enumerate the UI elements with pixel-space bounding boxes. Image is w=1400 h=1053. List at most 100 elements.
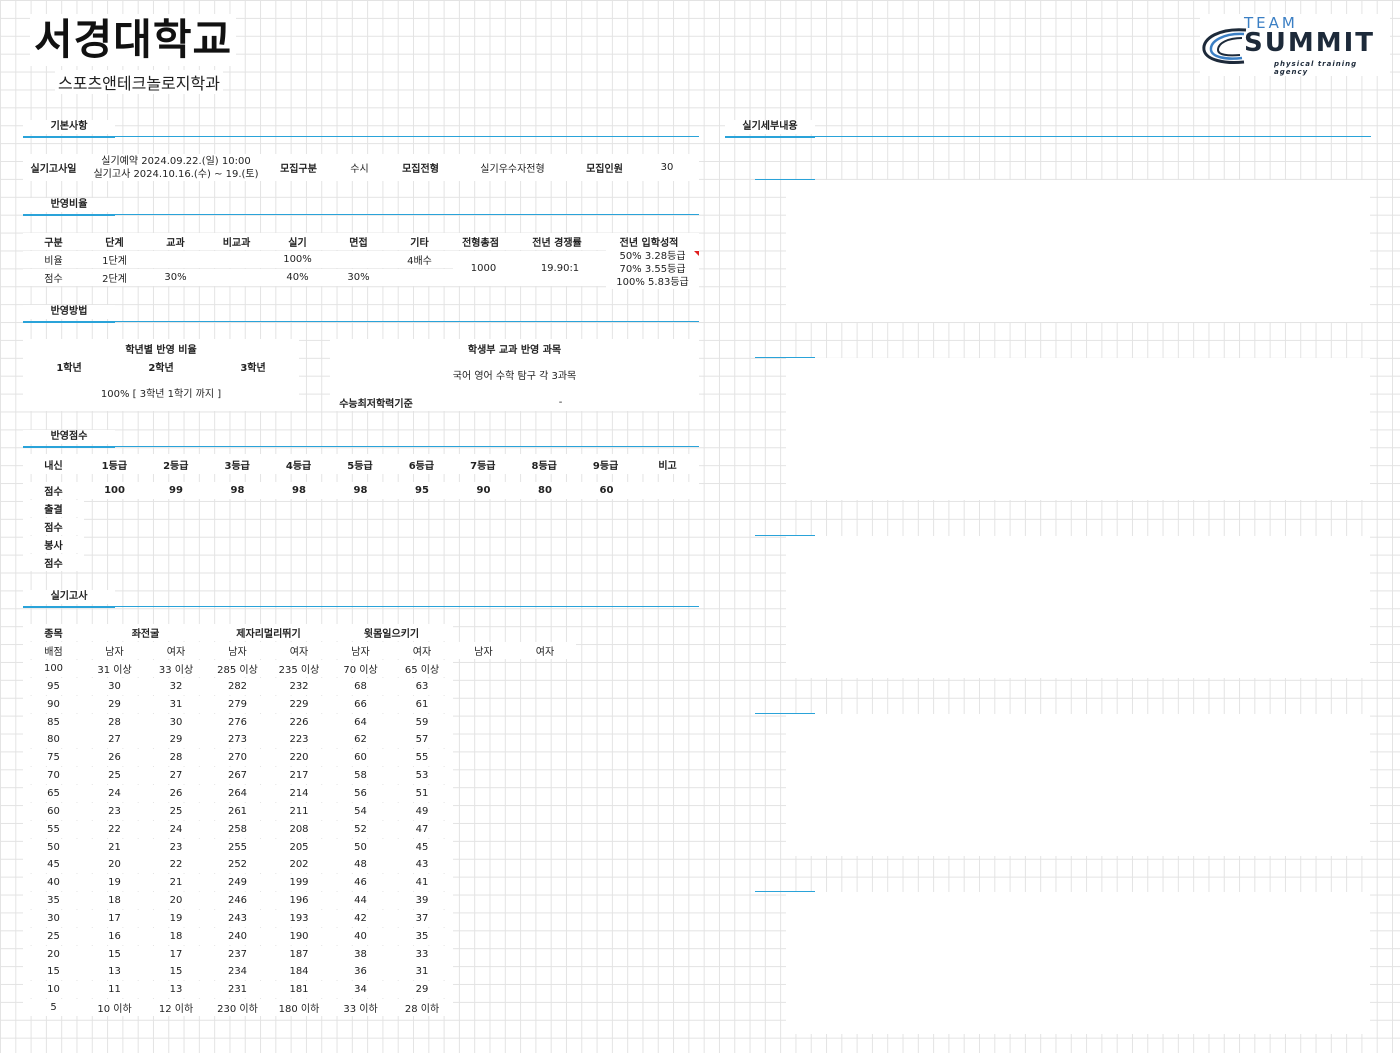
score-value: 90 — [476, 485, 491, 496]
practical-table-row: 80 27 29 273 223 62 57 — [23, 731, 453, 749]
grade-ratio-value: 100% [ 3학년 1학기 까지 ] — [100, 389, 222, 400]
section-divider — [23, 447, 115, 448]
csat-value: - — [558, 396, 563, 408]
attendance-label: 출결 — [23, 500, 84, 517]
scores-header: 내신 — [44, 460, 63, 472]
record-cell: 282 — [227, 680, 248, 692]
record-cell: 237 — [227, 948, 248, 960]
record-cell: 34 — [354, 984, 367, 996]
record-cell: 196 — [289, 895, 309, 907]
record-cell: 261 — [227, 805, 248, 817]
score-value: 99 — [169, 485, 183, 496]
record-cell: 19 — [169, 912, 183, 924]
record-cell: 61 — [415, 698, 429, 710]
logo-summit-text: SUMMIT — [1244, 28, 1375, 58]
section-practical-title: 실기고사 — [23, 590, 115, 604]
record-cell: 21 — [169, 877, 183, 889]
score-label: 점수 — [44, 487, 63, 498]
practical-table-row: 95 30 32 282 232 68 63 — [23, 677, 453, 695]
record-cell: 184 — [289, 966, 309, 978]
record-cell: 234 — [227, 966, 248, 978]
section-divider — [23, 214, 699, 215]
subjects-title: 학생부 교과 반영 과목 — [467, 344, 562, 356]
points-cell: 40 — [47, 877, 60, 889]
section-divider — [725, 136, 1371, 137]
record-cell: 220 — [289, 752, 309, 764]
ratio-cell — [328, 251, 389, 268]
points-cell: 5 — [50, 1002, 57, 1014]
csat-label: 수능최저학력기준 — [339, 398, 413, 410]
detail-panel-1 — [786, 180, 1370, 322]
volunteer-score-label: 점수 — [23, 554, 84, 571]
record-cell: 279 — [227, 698, 248, 710]
score-value: 95 — [415, 485, 429, 496]
record-cell: 15 — [108, 948, 121, 960]
practical-table-row: 100 31 이상 33 이상 285 이상 235 이상 70 이상 65 이상 — [23, 660, 453, 677]
record-cell: 33 이하 — [343, 1004, 378, 1016]
attendance-score-label: 점수 — [23, 518, 84, 535]
record-cell: 208 — [289, 823, 309, 835]
record-cell: 243 — [227, 912, 248, 924]
recruit-type-value: 수시 — [350, 164, 369, 175]
ratio-cell — [389, 269, 450, 286]
section-method-title: 반영방법 — [23, 305, 115, 319]
ratio-cell: 점수 — [44, 274, 63, 285]
record-cell: 18 — [108, 895, 121, 907]
practical-gender-row: 배점 남자 여자 남자 여자 남자 여자 남자 여자 — [23, 642, 576, 659]
record-cell: 190 — [289, 930, 309, 942]
record-cell: 13 — [108, 966, 121, 978]
detail-panel-2 — [786, 358, 1370, 500]
section-divider — [23, 215, 115, 216]
ratio-header: 전년 입학성적 — [619, 238, 679, 249]
team-summit-logo: TEAM SUMMIT physical training agency — [1200, 14, 1390, 76]
record-cell: 19 — [108, 877, 121, 889]
gender-label: 여자 — [535, 647, 555, 658]
grade-ratio-title: 학년별 반영 비율 — [125, 344, 197, 356]
gender-label: 남자 — [474, 647, 493, 658]
record-cell: 31 — [169, 698, 183, 710]
points-cell: 90 — [47, 698, 60, 710]
record-cell: 23 — [108, 805, 121, 817]
ratio-total-score: 1000 — [453, 251, 514, 286]
ratio-prev-scores: 50% 3.28등급 70% 3.55등급 100% 5.83등급 — [606, 249, 699, 289]
ratio-cell — [206, 269, 267, 286]
record-cell: 187 — [289, 948, 309, 960]
ratio-cell: 1단계 — [102, 256, 127, 267]
points-cell: 55 — [47, 823, 60, 835]
record-cell: 28 — [108, 716, 121, 728]
record-cell: 31 이상 — [97, 665, 132, 676]
record-cell: 37 — [415, 912, 429, 924]
event-name: 제자리멀리뛰기 — [236, 629, 301, 640]
record-cell: 205 — [289, 841, 309, 853]
record-cell: 68 — [354, 680, 367, 692]
section-divider — [23, 607, 115, 608]
practical-table-row: 55 22 24 258 208 52 47 — [23, 820, 453, 838]
record-cell: 27 — [169, 770, 183, 782]
record-cell: 22 — [108, 823, 121, 835]
practical-event-row: 종목 좌전굴 제자리멀리뛰기 윗몸일으키기 — [23, 624, 453, 641]
section-divider — [23, 136, 699, 137]
record-cell: 255 — [227, 841, 248, 853]
record-cell: 42 — [354, 912, 367, 924]
record-cell: 54 — [354, 805, 367, 817]
ratio-header: 기타 — [410, 238, 429, 249]
record-cell: 57 — [415, 734, 429, 746]
gender-label: 남자 — [351, 647, 370, 658]
comment-marker-icon[interactable] — [694, 251, 699, 256]
record-cell: 23 — [169, 841, 183, 853]
section-divider — [725, 137, 815, 138]
record-cell: 63 — [415, 680, 429, 692]
record-cell: 49 — [415, 805, 429, 817]
recruit-quota-label: 모집인원 — [586, 164, 623, 175]
recruit-type-label: 모집구분 — [280, 164, 317, 175]
ratio-header: 전년 경쟁률 — [532, 238, 582, 249]
record-cell: 46 — [354, 877, 367, 889]
practical-table-row: 30 17 19 243 193 42 37 — [23, 909, 453, 927]
record-cell: 16 — [108, 930, 121, 942]
event-name: 좌전굴 — [131, 629, 160, 640]
points-cell: 70 — [47, 770, 60, 782]
points-label: 배점 — [44, 647, 63, 658]
exam-date-value: 실기예약 2024.09.22.(일) 10:00 실기고사 2024.10.1… — [84, 154, 268, 181]
scores-header: 1등급 — [101, 460, 128, 472]
points-cell: 80 — [47, 734, 60, 746]
